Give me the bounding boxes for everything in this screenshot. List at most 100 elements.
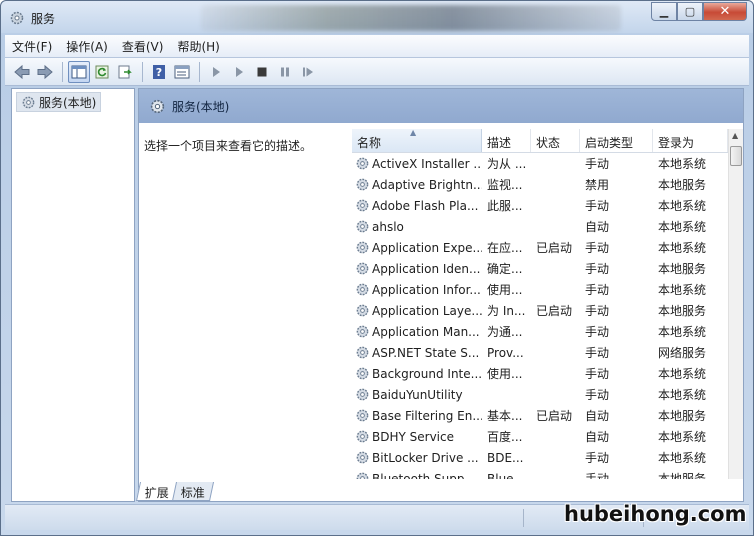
service-name: Application Man...	[372, 324, 480, 339]
service-gear-icon	[356, 262, 369, 275]
service-startup-type: 手动	[585, 199, 610, 213]
service-log-on-as: 本地系统	[658, 325, 707, 339]
table-row[interactable]: Application Man... 为通... 手动 本地系统	[352, 321, 728, 342]
service-startup-type: 手动	[585, 157, 610, 171]
service-description: 为从 ...	[487, 157, 527, 171]
restart-service-button[interactable]	[297, 61, 319, 83]
table-row[interactable]: BaiduYunUtility 手动 本地系统	[352, 384, 728, 405]
menu-bar: 文件(F) 操作(A) 查看(V) 帮助(H)	[5, 35, 749, 58]
watermark: hubeihong.com	[564, 502, 747, 526]
close-icon: ✕	[719, 4, 731, 19]
table-row[interactable]: ActiveX Installer ... 为从 ... 手动 本地系统	[352, 153, 728, 174]
vertical-scrollbar[interactable]: ▲	[728, 129, 743, 479]
show-hide-tree-button[interactable]	[68, 60, 90, 83]
tab-standard[interactable]: 标准	[171, 482, 215, 501]
table-row[interactable]: BitLocker Drive ... BDE... 手动 本地系统	[352, 447, 728, 468]
service-gear-icon	[356, 241, 369, 254]
service-startup-type: 手动	[585, 451, 610, 465]
service-gear-icon	[356, 388, 369, 401]
table-row[interactable]: Application Expe... 在应... 已启动 手动 本地系统	[352, 237, 728, 258]
column-header-name[interactable]: ▲ 名称	[352, 129, 482, 152]
title-bar[interactable]: 服务 ▁ ▢ ✕	[1, 1, 753, 33]
service-gear-icon	[356, 325, 369, 338]
details-pane: 服务(本地) 选择一个项目来查看它的描述。 ▲ 名称 描述 状态 启动类型 登录…	[138, 88, 744, 502]
menu-help[interactable]: 帮助(H)	[170, 38, 226, 55]
details-header-title: 服务(本地)	[172, 99, 230, 114]
table-row[interactable]: Application Laye... 为 In... 已启动 手动 本地服务	[352, 300, 728, 321]
start-paused-button[interactable]	[228, 61, 250, 83]
pause-service-button[interactable]	[274, 61, 296, 83]
forward-button[interactable]	[34, 61, 56, 83]
column-header-startup-type[interactable]: 启动类型	[580, 129, 653, 152]
svg-text:?: ?	[156, 66, 162, 79]
service-name-cell: Adaptive Brightn...	[352, 177, 482, 192]
scrollbar-thumb[interactable]	[730, 146, 742, 166]
menu-action[interactable]: 操作(A)	[59, 38, 115, 55]
service-status: 已启动	[536, 409, 573, 423]
maximize-button[interactable]: ▢	[677, 2, 703, 21]
menu-file[interactable]: 文件(F)	[5, 38, 59, 55]
table-row[interactable]: ASP.NET State S... Prov... 手动 网络服务	[352, 342, 728, 363]
services-gear-icon	[22, 96, 35, 108]
column-header-description[interactable]: 描述	[482, 129, 531, 152]
table-row[interactable]: Application Iden... 确定... 手动 本地服务	[352, 258, 728, 279]
help-button[interactable]: ?	[148, 61, 170, 83]
service-log-on-as: 本地系统	[658, 451, 707, 465]
service-description: 为通...	[487, 325, 523, 339]
service-log-on-as: 本地服务	[658, 472, 707, 479]
back-button[interactable]	[11, 61, 33, 83]
sort-ascending-icon: ▲	[410, 129, 417, 137]
service-gear-icon	[356, 157, 369, 170]
export-list-button[interactable]	[114, 61, 136, 83]
table-row[interactable]: Background Inte... 使用... 手动 本地系统	[352, 363, 728, 384]
service-name: Adaptive Brightn...	[372, 177, 482, 192]
close-button[interactable]: ✕	[703, 2, 747, 21]
service-name-cell: ASP.NET State S...	[352, 345, 482, 360]
service-description: Blue...	[487, 471, 525, 480]
table-row[interactable]: Bluetooth Supp... Blue... 手动 本地服务	[352, 468, 728, 479]
service-startup-type: 手动	[585, 241, 610, 255]
start-service-button[interactable]	[205, 61, 227, 83]
service-name: ASP.NET State S...	[372, 345, 480, 360]
service-name-cell: ahslo	[352, 219, 482, 234]
column-header-label: 名称	[357, 136, 382, 150]
table-row[interactable]: Adobe Flash Pla... 此服... 手动 本地系统	[352, 195, 728, 216]
service-name-cell: Background Inte...	[352, 366, 482, 381]
services-window: 服务 ▁ ▢ ✕ 文件(F) 操作(A) 查看(V) 帮助(H) ? 服务(本地…	[0, 0, 754, 536]
tree-item-services-local[interactable]: 服务(本地)	[16, 92, 102, 112]
table-row[interactable]: Adaptive Brightn... 监视... 禁用 本地服务	[352, 174, 728, 195]
service-gear-icon	[356, 472, 369, 479]
minimize-button[interactable]: ▁	[651, 2, 677, 21]
service-log-on-as: 本地系统	[658, 199, 707, 213]
column-header-log-on-as[interactable]: 登录为	[653, 129, 728, 152]
service-name-cell: Application Laye...	[352, 303, 482, 318]
help-icon: ?	[153, 64, 165, 79]
menu-view[interactable]: 查看(V)	[115, 38, 171, 55]
refresh-button[interactable]	[91, 61, 113, 83]
service-name: Bluetooth Supp...	[372, 471, 476, 480]
scroll-up-icon[interactable]: ▲	[732, 131, 738, 140]
service-name: BaiduYunUtility	[372, 387, 463, 402]
service-startup-type: 手动	[585, 304, 610, 318]
service-gear-icon	[356, 451, 369, 464]
table-row[interactable]: ahslo 自动 本地系统	[352, 216, 728, 237]
services-list: ▲ 名称 描述 状态 启动类型 登录为 ActiveX Installer ..…	[352, 129, 728, 479]
service-gear-icon	[356, 220, 369, 233]
service-log-on-as: 本地系统	[658, 157, 707, 171]
service-startup-type: 手动	[585, 388, 610, 402]
services-rows: ActiveX Installer ... 为从 ... 手动 本地系统 Adaptiv…	[352, 153, 728, 479]
service-gear-icon	[356, 346, 369, 359]
service-description: 监视...	[487, 178, 523, 192]
service-log-on-as: 本地系统	[658, 388, 707, 402]
service-gear-icon	[356, 304, 369, 317]
service-name: BitLocker Drive ...	[372, 450, 479, 465]
stop-service-button[interactable]	[251, 61, 273, 83]
table-row[interactable]: Application Infor... 使用... 手动 本地系统	[352, 279, 728, 300]
pause-service-icon	[281, 67, 289, 76]
properties-button[interactable]	[171, 61, 193, 83]
service-startup-type: 自动	[585, 409, 610, 423]
column-header-status[interactable]: 状态	[531, 129, 580, 152]
table-row[interactable]: Base Filtering En... 基本... 已启动 自动 本地服务	[352, 405, 728, 426]
table-row[interactable]: BDHY Service 百度... 自动 本地系统	[352, 426, 728, 447]
service-name-cell: Application Infor...	[352, 282, 482, 297]
